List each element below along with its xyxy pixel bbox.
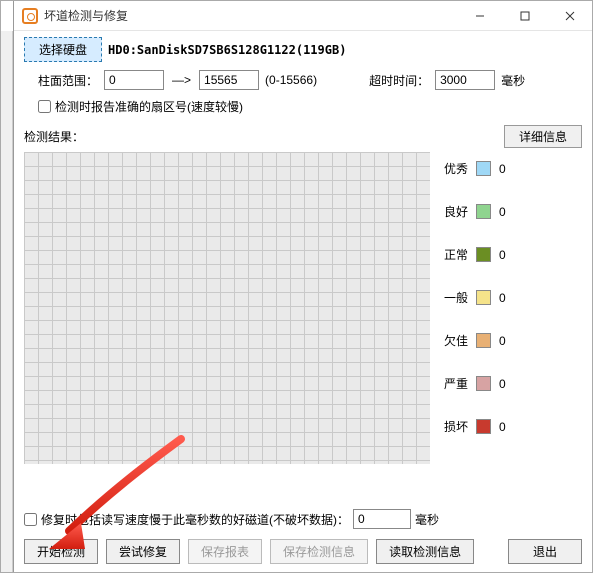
cylinder-start-input[interactable] bbox=[104, 70, 164, 90]
repair-ms-unit: 毫秒 bbox=[415, 511, 439, 528]
legend-swatch bbox=[476, 247, 491, 262]
legend-count: 0 bbox=[499, 162, 513, 176]
legend-item: 良好 0 bbox=[444, 203, 513, 220]
select-disk-button[interactable]: 选择硬盘 bbox=[24, 37, 102, 62]
legend-swatch bbox=[476, 376, 491, 391]
disk-name: HD0:SanDiskSD7SB6S128G1122(119GB) bbox=[108, 43, 346, 57]
legend-count: 0 bbox=[499, 420, 513, 434]
window-title: 坏道检测与修复 bbox=[44, 7, 457, 24]
legend-swatch bbox=[476, 419, 491, 434]
timeout-input[interactable] bbox=[435, 70, 495, 90]
detail-info-button[interactable]: 详细信息 bbox=[504, 125, 582, 148]
cylinder-range-label: 柱面范围： bbox=[38, 72, 98, 89]
try-repair-button[interactable]: 尝试修复 bbox=[106, 539, 180, 564]
legend-label: 正常 bbox=[444, 246, 468, 263]
legend-label: 优秀 bbox=[444, 160, 468, 177]
detect-result-label: 检测结果： bbox=[24, 128, 84, 145]
legend-item: 损坏 0 bbox=[444, 418, 513, 435]
cylinder-range-hint: (0-15566) bbox=[265, 73, 317, 87]
close-button[interactable] bbox=[547, 1, 592, 30]
maximize-button[interactable] bbox=[502, 1, 547, 30]
dialog-window: 坏道检测与修复 选择硬盘 HD0:SanDiskSD7SB6S128G1122(… bbox=[13, 1, 592, 572]
repair-ms-input[interactable] bbox=[353, 509, 411, 529]
legend-label: 良好 bbox=[444, 203, 468, 220]
legend-count: 0 bbox=[499, 205, 513, 219]
background-app-sliver bbox=[1, 31, 13, 572]
legend: 优秀 0 良好 0 正常 0 一般 0 欠佳 0 严重 0 损坏 0 bbox=[444, 152, 513, 499]
start-detect-button[interactable]: 开始检测 bbox=[24, 539, 98, 564]
legend-label: 损坏 bbox=[444, 418, 468, 435]
legend-swatch bbox=[476, 161, 491, 176]
report-sector-checkbox[interactable] bbox=[38, 100, 51, 113]
report-sector-text: 检测时报告准确的扇区号(速度较慢) bbox=[55, 98, 243, 115]
report-sector-checkbox-label[interactable]: 检测时报告准确的扇区号(速度较慢) bbox=[38, 98, 582, 115]
legend-item: 正常 0 bbox=[444, 246, 513, 263]
repair-include-checkbox-label[interactable]: 修复时包括读写速度慢于此毫秒数的好磁道(不破坏数据)： bbox=[24, 511, 349, 528]
save-detect-info-button[interactable]: 保存检测信息 bbox=[270, 539, 368, 564]
arrow-label: —> bbox=[170, 73, 193, 87]
legend-swatch bbox=[476, 204, 491, 219]
exit-button[interactable]: 退出 bbox=[508, 539, 582, 564]
legend-item: 欠佳 0 bbox=[444, 332, 513, 349]
legend-item: 优秀 0 bbox=[444, 160, 513, 177]
legend-swatch bbox=[476, 333, 491, 348]
repair-include-checkbox[interactable] bbox=[24, 513, 37, 526]
cylinder-end-input[interactable] bbox=[199, 70, 259, 90]
save-report-button[interactable]: 保存报表 bbox=[188, 539, 262, 564]
legend-label: 严重 bbox=[444, 375, 468, 392]
sector-grid bbox=[24, 152, 430, 464]
legend-count: 0 bbox=[499, 334, 513, 348]
legend-count: 0 bbox=[499, 377, 513, 391]
legend-count: 0 bbox=[499, 248, 513, 262]
legend-item: 严重 0 bbox=[444, 375, 513, 392]
repair-include-text: 修复时包括读写速度慢于此毫秒数的好磁道(不破坏数据)： bbox=[41, 511, 349, 528]
legend-count: 0 bbox=[499, 291, 513, 305]
timeout-unit: 毫秒 bbox=[501, 72, 525, 89]
legend-label: 欠佳 bbox=[444, 332, 468, 349]
titlebar: 坏道检测与修复 bbox=[14, 1, 592, 31]
legend-swatch bbox=[476, 290, 491, 305]
timeout-label: 超时时间： bbox=[369, 72, 429, 89]
legend-label: 一般 bbox=[444, 289, 468, 306]
legend-item: 一般 0 bbox=[444, 289, 513, 306]
app-icon bbox=[22, 8, 38, 24]
minimize-button[interactable] bbox=[457, 1, 502, 30]
read-detect-info-button[interactable]: 读取检测信息 bbox=[376, 539, 474, 564]
